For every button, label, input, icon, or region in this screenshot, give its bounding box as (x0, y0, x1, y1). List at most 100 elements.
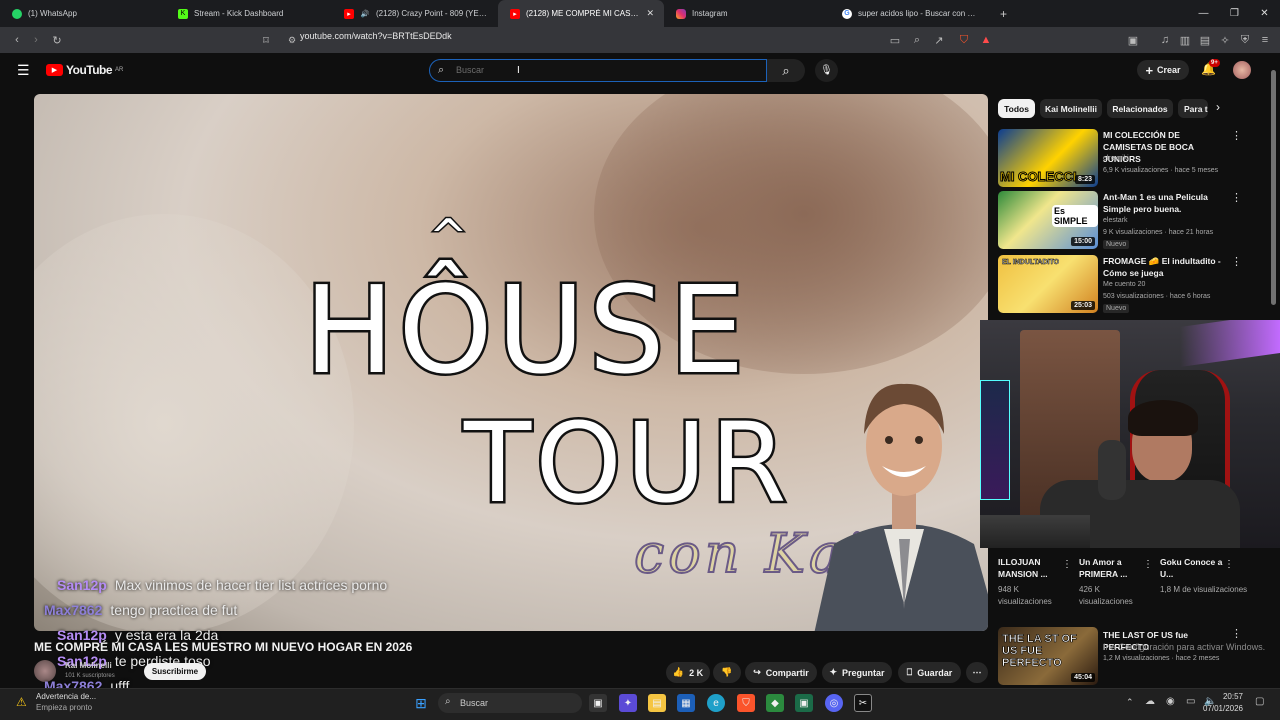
browser-tab[interactable]: ▸ 🔊 (2128) Crazy Point - 809 (YEI808 (332, 0, 498, 27)
brave-rewards-icon[interactable]: ▲ (978, 32, 994, 48)
create-button[interactable]: + Crear (1137, 60, 1189, 80)
brave-shield-icon[interactable]: ⛉ (956, 32, 972, 48)
discord-icon[interactable]: ◎ (825, 694, 843, 712)
maximize-icon[interactable]: ❐ (1219, 0, 1250, 27)
site-info-icon[interactable]: ⚙ (284, 32, 300, 48)
close-window-icon[interactable]: ✕ (1249, 0, 1280, 27)
more-actions-button[interactable]: ⋯ (966, 662, 988, 683)
rec-meta: 503 visualizaciones · hace 6 horas (1103, 293, 1211, 300)
network-icon[interactable]: ▭ (1186, 696, 1195, 707)
new-tab-button[interactable]: + (1000, 7, 1007, 21)
more-options-icon[interactable]: ⋮ (1062, 559, 1072, 570)
search-icon: ⌕ (438, 64, 445, 76)
browser-tab-active[interactable]: ▸ (2128) ME COMPRÉ MI CASA LE ✕ (498, 0, 664, 27)
browser-tab[interactable]: K Stream - Kick Dashboard (166, 0, 332, 27)
browser-tab[interactable]: Gsuper acidos lipo - Buscar con Googl (830, 0, 990, 27)
notification-center-icon[interactable]: ▢ (1255, 696, 1264, 707)
share-icon: ↪ (753, 667, 761, 677)
app-icon[interactable]: ▣ (795, 694, 813, 712)
chip-related[interactable]: Relacionados (1107, 99, 1173, 118)
more-options-icon[interactable]: ⋮ (1231, 255, 1242, 268)
scrollbar-thumb[interactable] (1271, 70, 1276, 305)
app-icon[interactable]: ◆ (766, 694, 784, 712)
bookmark-icon[interactable]: ⌑ (258, 32, 274, 48)
back-icon[interactable]: ‹ (9, 32, 25, 48)
chip-all[interactable]: Todos (998, 99, 1035, 118)
save-label: Guardar (917, 667, 953, 678)
video-player[interactable]: HÔUSE ^ TOUR con Kai (34, 94, 988, 631)
ask-button[interactable]: ✦ Preguntar (822, 662, 892, 683)
search-button[interactable]: ⌕ (767, 59, 805, 82)
browser-tab[interactable]: (1) WhatsApp (0, 0, 166, 27)
more-options-icon[interactable]: ⋮ (1143, 559, 1153, 570)
avatar[interactable] (1233, 61, 1251, 79)
clock-date[interactable]: 07/01/2026 (1198, 704, 1243, 713)
capcut-icon[interactable]: ✂ (854, 694, 872, 712)
hamburger-menu-icon[interactable]: ☰ (17, 62, 30, 79)
chat-username: Max7862 (44, 602, 103, 618)
subscribe-button[interactable]: Suscribirme (144, 663, 206, 680)
task-view-icon[interactable]: ▣ (589, 694, 607, 712)
taskbar-search[interactable]: ⌕ Buscar (438, 693, 582, 713)
vpn-icon[interactable]: ⛨ (1237, 32, 1253, 48)
more-options-icon[interactable]: ⋮ (1231, 129, 1242, 142)
warning-title[interactable]: Advertencia de... (36, 692, 96, 701)
chip-channel[interactable]: Kai Molinellii (1040, 99, 1102, 118)
chevron-right-icon[interactable]: › (1216, 100, 1220, 114)
youtube-wordmark: YouTube (66, 63, 113, 77)
more-options-icon[interactable]: ⋮ (1231, 191, 1242, 204)
forward-icon[interactable]: › (28, 32, 44, 48)
address-bar[interactable]: youtube.com/watch?v=BRTtEsDEDdk (300, 31, 452, 41)
more-options-icon[interactable]: ⋮ (1224, 559, 1234, 570)
video-title: ME COMPRÉ MI CASA LES MUESTRO MI NUEVO H… (34, 640, 413, 654)
menu-icon[interactable]: ≡ (1257, 32, 1273, 48)
teams-icon[interactable]: ✦ (619, 694, 637, 712)
recommended-video[interactable]: EL INDULTADITO 25:03 FROMAGE 🧀 El indult… (998, 255, 1248, 315)
reading-list-icon[interactable]: ▥ (1177, 32, 1193, 48)
recommended-video[interactable]: MI COLECCI 8:23 MI COLECCIÓN DE CAMISETA… (998, 129, 1248, 189)
search-input[interactable]: ⌕ Buscar I (429, 59, 767, 82)
share-page-icon[interactable]: ↗ (931, 32, 947, 48)
minimize-icon[interactable]: — (1188, 0, 1219, 27)
tray-app-icon[interactable]: ☁ (1145, 696, 1155, 707)
save-button[interactable]: ⎕ Guardar (898, 662, 961, 683)
new-badge: Nuevo (1103, 304, 1130, 313)
youtube-logo[interactable]: ▶ YouTube AR (46, 63, 123, 77)
edge-icon[interactable]: e (707, 694, 725, 712)
leo-ai-icon[interactable]: ✧ (1217, 32, 1233, 48)
recommended-video[interactable]: THE LA ST OF US FUE PERFECTO 45:04 THE L… (998, 627, 1265, 687)
youtube-icon: ▸ (344, 8, 354, 19)
channel-name[interactable]: Kai Molinelli (65, 661, 112, 670)
recommended-video[interactable]: Es SIMPLE 15:00 Ant-Man 1 es una Pelicul… (998, 191, 1248, 251)
windows-start-icon[interactable]: ⊞ (412, 694, 430, 712)
browser-tab[interactable]: Instagram (664, 0, 830, 27)
streamer-hair (1128, 400, 1198, 436)
tray-app-icon[interactable]: ◉ (1166, 696, 1175, 707)
like-button[interactable]: 👍 2 K (666, 662, 710, 683)
close-tab-icon[interactable]: ✕ (646, 8, 654, 19)
thumbnail-text: MI COLECCI (1000, 169, 1078, 185)
share-label: Compartir (765, 667, 809, 678)
tab-title: Instagram (692, 9, 728, 18)
dislike-button[interactable]: 👎 (713, 662, 741, 683)
thumbs-up-icon: 👍 (672, 667, 685, 677)
chat-text: tengo practica de fut (110, 602, 238, 618)
audio-playing-icon[interactable]: 🔊 (360, 9, 370, 19)
share-button[interactable]: ↪ Compartir (745, 662, 817, 683)
clock-time[interactable]: 20:57 (1221, 692, 1243, 701)
sidebar-toggle-icon[interactable]: ▣ (1125, 32, 1141, 48)
zoom-icon[interactable]: ⌕ (909, 32, 925, 48)
chip-for-you[interactable]: Para ti (1178, 99, 1208, 118)
create-label: Crear (1157, 65, 1181, 75)
thumbnail-house-text: HÔUSE (302, 260, 749, 404)
store-icon[interactable]: ▦ (677, 694, 695, 712)
music-icon[interactable]: ♫ (1157, 32, 1173, 48)
brave-icon[interactable]: ⛉ (737, 694, 755, 712)
cast-icon[interactable]: ▭ (887, 32, 903, 48)
tray-chevron-icon[interactable]: ⌃ (1126, 697, 1134, 708)
more-options-icon[interactable]: ⋮ (1231, 627, 1242, 640)
wallet-icon[interactable]: ▤ (1197, 32, 1213, 48)
file-explorer-icon[interactable]: ▤ (648, 694, 666, 712)
voice-search-button[interactable]: 🎙 (815, 59, 838, 82)
reload-icon[interactable]: ↻ (49, 32, 65, 48)
